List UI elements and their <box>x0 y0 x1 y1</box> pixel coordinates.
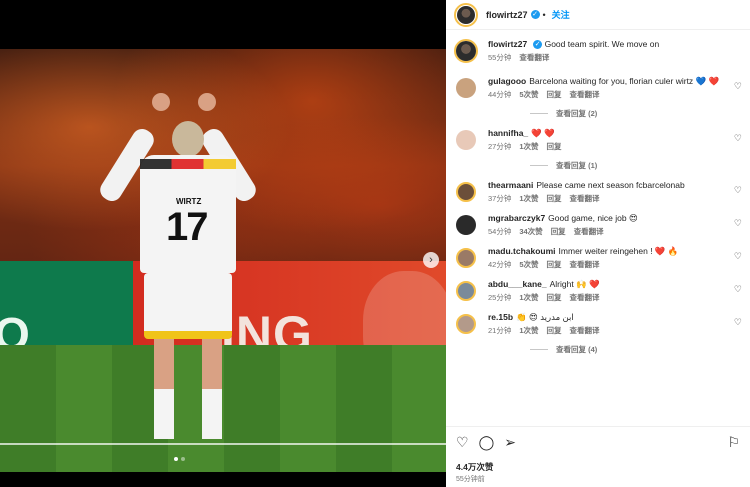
comment-likes[interactable]: 5次赞 <box>519 259 538 270</box>
caption-time: 55分钟 <box>488 53 512 62</box>
comment-username[interactable]: re.15b <box>488 312 513 322</box>
player: WIRTZ 17 <box>96 85 260 472</box>
comments-list: flowirtz27 ✓ Good team spirit. We move on… <box>446 38 750 424</box>
comment-username[interactable]: mgrabarczyk7 <box>488 213 545 223</box>
carousel-dot <box>181 457 185 461</box>
comment: abdu___kane_ Alright 🙌 ❤️ 25分钟 1次赞 回复 查看翻… <box>446 278 750 303</box>
translate-link[interactable]: 查看翻译 <box>570 325 600 336</box>
comment-text: Good game, nice job 😍 <box>548 213 638 223</box>
bookmark-icon[interactable]: ⚐ <box>727 434 740 451</box>
reply-button[interactable]: 回复 <box>547 89 562 100</box>
comment: madu.tchakoumi Immer weiter reingehen ! ❤… <box>446 245 750 270</box>
comment-time: 25分钟 <box>488 293 512 302</box>
carousel-dot <box>174 457 178 461</box>
post-photo: O ING WIRTZ 17 <box>0 49 446 472</box>
reply-button[interactable]: 回复 <box>547 292 562 303</box>
comment-username[interactable]: thearmaani <box>488 180 533 190</box>
heart-icon[interactable]: ♡ <box>734 81 742 92</box>
comment-username[interactable]: gulagooo <box>488 76 526 86</box>
translate-link[interactable]: 查看翻译 <box>570 259 600 270</box>
author-username[interactable]: flowirtz27 <box>486 10 528 20</box>
comment-text: Immer weiter reingehen ! ❤️ 🔥 <box>558 246 679 256</box>
comment-time: 21分钟 <box>488 326 512 335</box>
caption-username[interactable]: flowirtz27 <box>488 39 527 49</box>
post-sidebar: flowirtz27 ✓ • 关注 flowirtz27 ✓ Good team … <box>446 0 750 487</box>
reply-button[interactable]: 回复 <box>551 226 566 237</box>
commenter-avatar[interactable] <box>456 314 476 334</box>
reply-button[interactable]: 回复 <box>547 259 562 270</box>
post-header: flowirtz27 ✓ • 关注 <box>446 0 750 30</box>
author-avatar[interactable] <box>457 5 475 24</box>
view-replies-link[interactable]: 查看回复 (4) <box>530 344 750 355</box>
heart-icon[interactable]: ♡ <box>456 434 469 451</box>
comment-likes[interactable]: 1次赞 <box>519 141 538 152</box>
commenter-avatar[interactable] <box>456 78 476 98</box>
jersey-number: 17 <box>166 205 208 249</box>
verified-icon: ✓ <box>530 10 540 19</box>
comment-likes[interactable]: 1次赞 <box>519 292 538 303</box>
caption: flowirtz27 ✓ Good team spirit. We move on… <box>446 38 750 63</box>
share-icon[interactable]: ➢ <box>504 434 516 451</box>
comment-time: 27分钟 <box>488 142 512 151</box>
commenter-avatar[interactable] <box>456 130 476 150</box>
comment-text: Barcelona waiting for you, florian culer… <box>529 76 720 86</box>
comment-time: 37分钟 <box>488 194 512 203</box>
comment-time: 54分钟 <box>488 227 512 236</box>
comment: mgrabarczyk7 Good game, nice job 😍 54分钟 3… <box>446 212 750 237</box>
carousel-dots <box>174 457 185 461</box>
likes-count[interactable]: 4.4万次赞 <box>456 461 493 473</box>
reply-button[interactable]: 回复 <box>547 141 562 152</box>
comment-username[interactable]: madu.tchakoumi <box>488 246 556 256</box>
translate-link[interactable]: 查看翻译 <box>574 226 604 237</box>
comment-likes[interactable]: 1次赞 <box>519 193 538 204</box>
translate-link[interactable]: 查看翻译 <box>570 89 600 100</box>
comment: thearmaani Please came next season fcbarc… <box>446 179 750 204</box>
comment-username[interactable]: hannifha_ <box>488 128 528 138</box>
comment-username[interactable]: abdu___kane_ <box>488 279 547 289</box>
follow-button[interactable]: 关注 <box>552 8 570 21</box>
author-avatar[interactable] <box>456 41 476 61</box>
comment: gulagooo Barcelona waiting for you, flori… <box>446 75 750 119</box>
comment-text: 👏 😍 ابن مدريد <box>516 312 574 322</box>
translate-link[interactable]: 查看翻译 <box>519 52 549 63</box>
reply-button[interactable]: 回复 <box>547 193 562 204</box>
comment-text: ❤️ ❤️ <box>531 128 555 138</box>
translate-link[interactable]: 查看翻译 <box>570 193 600 204</box>
heart-icon[interactable]: ♡ <box>734 218 742 229</box>
verified-icon: ✓ <box>533 40 543 50</box>
comment-time: 44分钟 <box>488 90 512 99</box>
translate-link[interactable]: 查看翻译 <box>570 292 600 303</box>
action-bar: ♡ ◯ ➢ ⚐ <box>446 426 750 458</box>
commenter-avatar[interactable] <box>456 182 476 202</box>
view-replies-link[interactable]: 查看回复 (1) <box>530 160 750 171</box>
commenter-avatar[interactable] <box>456 281 476 301</box>
heart-icon[interactable]: ♡ <box>734 133 742 144</box>
post-media: O ING WIRTZ 17 › <box>0 0 446 487</box>
comment-text: Please came next season fcbarcelonab <box>536 180 685 190</box>
next-slide-button[interactable]: › <box>423 252 439 268</box>
reply-button[interactable]: 回复 <box>547 325 562 336</box>
heart-icon[interactable]: ♡ <box>734 317 742 328</box>
comment-likes[interactable]: 1次赞 <box>519 325 538 336</box>
comment-likes[interactable]: 5次赞 <box>519 89 538 100</box>
caption-text: Good team spirit. We move on <box>544 39 660 49</box>
comment-likes[interactable]: 34次赞 <box>519 226 542 237</box>
comment-icon[interactable]: ◯ <box>479 434 495 451</box>
separator: • <box>542 9 546 20</box>
instagram-post: O ING WIRTZ 17 › flowirtz27 ✓ • 关注 flowi… <box>0 0 750 487</box>
comment-time: 42分钟 <box>488 260 512 269</box>
view-replies-link[interactable]: 查看回复 (2) <box>530 108 750 119</box>
commenter-avatar[interactable] <box>456 215 476 235</box>
heart-icon[interactable]: ♡ <box>734 185 742 196</box>
comment: hannifha_ ❤️ ❤️ 27分钟 1次赞 回复 ♡ 查看回复 (1) <box>446 127 750 171</box>
heart-icon[interactable]: ♡ <box>734 284 742 295</box>
commenter-avatar[interactable] <box>456 248 476 268</box>
heart-icon[interactable]: ♡ <box>734 251 742 262</box>
posted-time: 55分钟前 <box>456 476 485 483</box>
comment-text: Alright 🙌 ❤️ <box>549 279 600 289</box>
comment: re.15b 👏 😍 ابن مدريد 21分钟 1次赞 回复 查看翻译 ♡ 查… <box>446 311 750 355</box>
